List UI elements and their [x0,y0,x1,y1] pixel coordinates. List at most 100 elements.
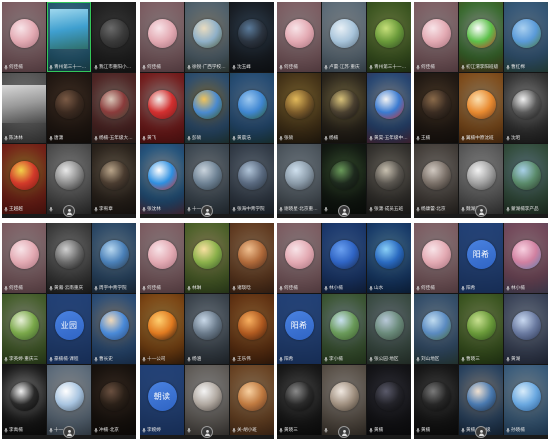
participant-tile[interactable]: 曹晓三 [459,294,503,364]
participant-tile[interactable]: 徐锐·广西学校班级 [185,2,229,72]
participant-tile[interactable]: 初江渭李阳班级 [459,2,503,72]
participant-tile[interactable]: 谢晓星·北京重庆班 [277,144,321,214]
participant-tile[interactable]: 黄晨浩 [230,73,274,143]
participant-tile[interactable] [47,144,91,214]
participant-tile[interactable]: 刘山地区 [414,294,458,364]
participant-avatar [374,310,404,340]
participant-label: 张海中青学院 [232,206,272,212]
participant-tile[interactable]: 何佳楠 [140,223,184,293]
participant-tile[interactable]: 杨楠 [322,73,366,143]
mic-icon [369,356,373,362]
participant-tile[interactable]: 十一·公司 [185,144,229,214]
participant-tile[interactable]: 翼楠中原沈班 [459,73,503,143]
participant-tile[interactable]: 张硕 [277,73,321,143]
participant-tile[interactable]: 黄昊-五年级中学班 [367,73,411,143]
participant-tile[interactable]: 关-胡小班 [230,365,274,435]
mic-icon [142,206,146,212]
participant-tile[interactable]: 王越越 [2,144,46,214]
participant-tile[interactable] [322,365,366,435]
participant-tile[interactable]: 李禹楠 [2,365,46,435]
self-view-avatar[interactable] [63,426,75,438]
self-view-avatar[interactable] [475,205,487,217]
participant-tile[interactable]: 孙晓楠 [504,365,548,435]
participant-tile[interactable]: 诸琰晗 [230,223,274,293]
mic-icon [187,135,191,141]
participant-tile[interactable]: 何佳楠 [414,223,458,293]
participant-tile[interactable]: 王乐伟 [230,294,274,364]
participant-tile[interactable]: 林琳 [185,223,229,293]
self-view-avatar[interactable] [63,205,75,217]
participant-tile[interactable]: 黄瀚·云南重庆 [47,223,91,293]
mic-icon [369,285,373,291]
participant-tile[interactable]: 曹长史 [92,294,136,364]
participant-tile[interactable]: 魏湖泽 [459,144,503,214]
participant-tile[interactable]: 何佳楠 [2,2,46,72]
participant-tile[interactable]: 山水 [367,223,411,293]
meeting-screenshot-collage: 何佳楠 青州第三十一中学 我江市重阳小学7101班级陈沐林 唐潇 杨楠-五年级大班级王越… [0,0,550,440]
participant-tile[interactable]: 杨楠-五年级大班级 [92,73,136,143]
person-icon [66,208,73,215]
participant-tile[interactable]: 卢蕾·江苏·重庆 [322,2,366,72]
participant-tile[interactable]: 黄晓三 [277,365,321,435]
participant-tile[interactable]: 张潇·成员五班 [367,144,411,214]
self-view-avatar[interactable] [201,205,213,217]
participant-tile[interactable]: 何佳楠 [2,223,46,293]
participant-tile[interactable]: 何佳楠 [277,2,321,72]
participant-tile[interactable]: 冲楠·北京 [92,365,136,435]
participant-tile[interactable]: 李宥章 [92,144,136,214]
participant-name: 杨康蕾·北京 [421,206,446,211]
participant-tile[interactable] [185,365,229,435]
participant-tile[interactable]: 业园 豪楠楠·课程 [47,294,91,364]
participant-label: 杨康蕾·北京 [416,206,456,212]
participant-tile[interactable]: 彭硕 [185,73,229,143]
participant-avatar [237,160,267,190]
participant-tile[interactable]: 我江市重阳小学7101班级 [92,2,136,72]
self-view-avatar[interactable] [201,426,213,438]
participant-tile[interactable]: 蒙湖楠李产品 [504,144,548,214]
participant-tile[interactable]: 张公园·地区 [367,294,411,364]
participant-tile[interactable]: 黄楠 [414,365,458,435]
participant-tile[interactable]: 阳希 阳希 [277,294,321,364]
participant-tile[interactable]: 李小楠 [322,294,366,364]
participant-tile[interactable]: 杨康蕾·北京 [414,144,458,214]
participant-avatar [237,381,267,411]
mic-icon [187,64,191,70]
participant-tile[interactable]: 王楠 [414,73,458,143]
participant-tile[interactable]: 黄楠 [367,365,411,435]
participant-name: 我江市重阳小学7101班级 [99,64,134,69]
participant-tile[interactable]: 唐潇 [47,73,91,143]
participant-tile[interactable]: 陈沐林 [2,73,46,143]
participant-tile[interactable]: 何佳楠 [414,2,458,72]
participant-tile[interactable]: 青州第三十一中学 [367,2,411,72]
participant-tile[interactable]: 张沈林 [140,144,184,214]
participant-tile[interactable]: 杨涵 [185,294,229,364]
participant-tile[interactable]: 阳希 阳希 [459,223,503,293]
participant-tile[interactable]: 何佳楠 [277,223,321,293]
participant-label: 孙晓楠 [506,427,546,433]
participant-tile[interactable]: 何佳楠 [140,2,184,72]
self-view-avatar[interactable] [338,205,350,217]
active-speaker-tile[interactable]: 青州第三十一中学 [47,2,91,72]
participant-tile[interactable]: 曹红棉 [504,2,548,72]
participant-tile[interactable]: 黄楠·一年级 [459,365,503,435]
self-view-avatar[interactable] [338,426,350,438]
participant-tile[interactable]: 沈昭 [504,73,548,143]
participant-tile[interactable]: 朝读 李婉婷 [140,365,184,435]
participant-tile[interactable]: 李英婷·重庆三 [2,294,46,364]
participant-tile[interactable]: 十一·中心 [47,365,91,435]
self-view-avatar[interactable] [475,426,487,438]
participant-tile[interactable]: 黄湖 [504,294,548,364]
participant-name: 阳希 [284,356,294,361]
participant-tile[interactable]: 十一公司 [140,294,184,364]
participant-name: 卢蕾·江苏·重庆 [329,64,360,69]
participant-tile[interactable] [322,144,366,214]
participant-tile[interactable]: 林小楠 [322,223,366,293]
participant-tile[interactable]: 周宇中青学院 [92,223,136,293]
participant-tile[interactable]: 林小楠 [504,223,548,293]
participant-tile[interactable]: 黄飞 [140,73,184,143]
participant-name: 黄晓三 [284,427,298,432]
participant-tile[interactable]: 沈玉峰 [230,2,274,72]
participant-avatar [511,239,541,269]
participant-avatar [466,310,496,340]
participant-tile[interactable]: 张海中青学院 [230,144,274,214]
